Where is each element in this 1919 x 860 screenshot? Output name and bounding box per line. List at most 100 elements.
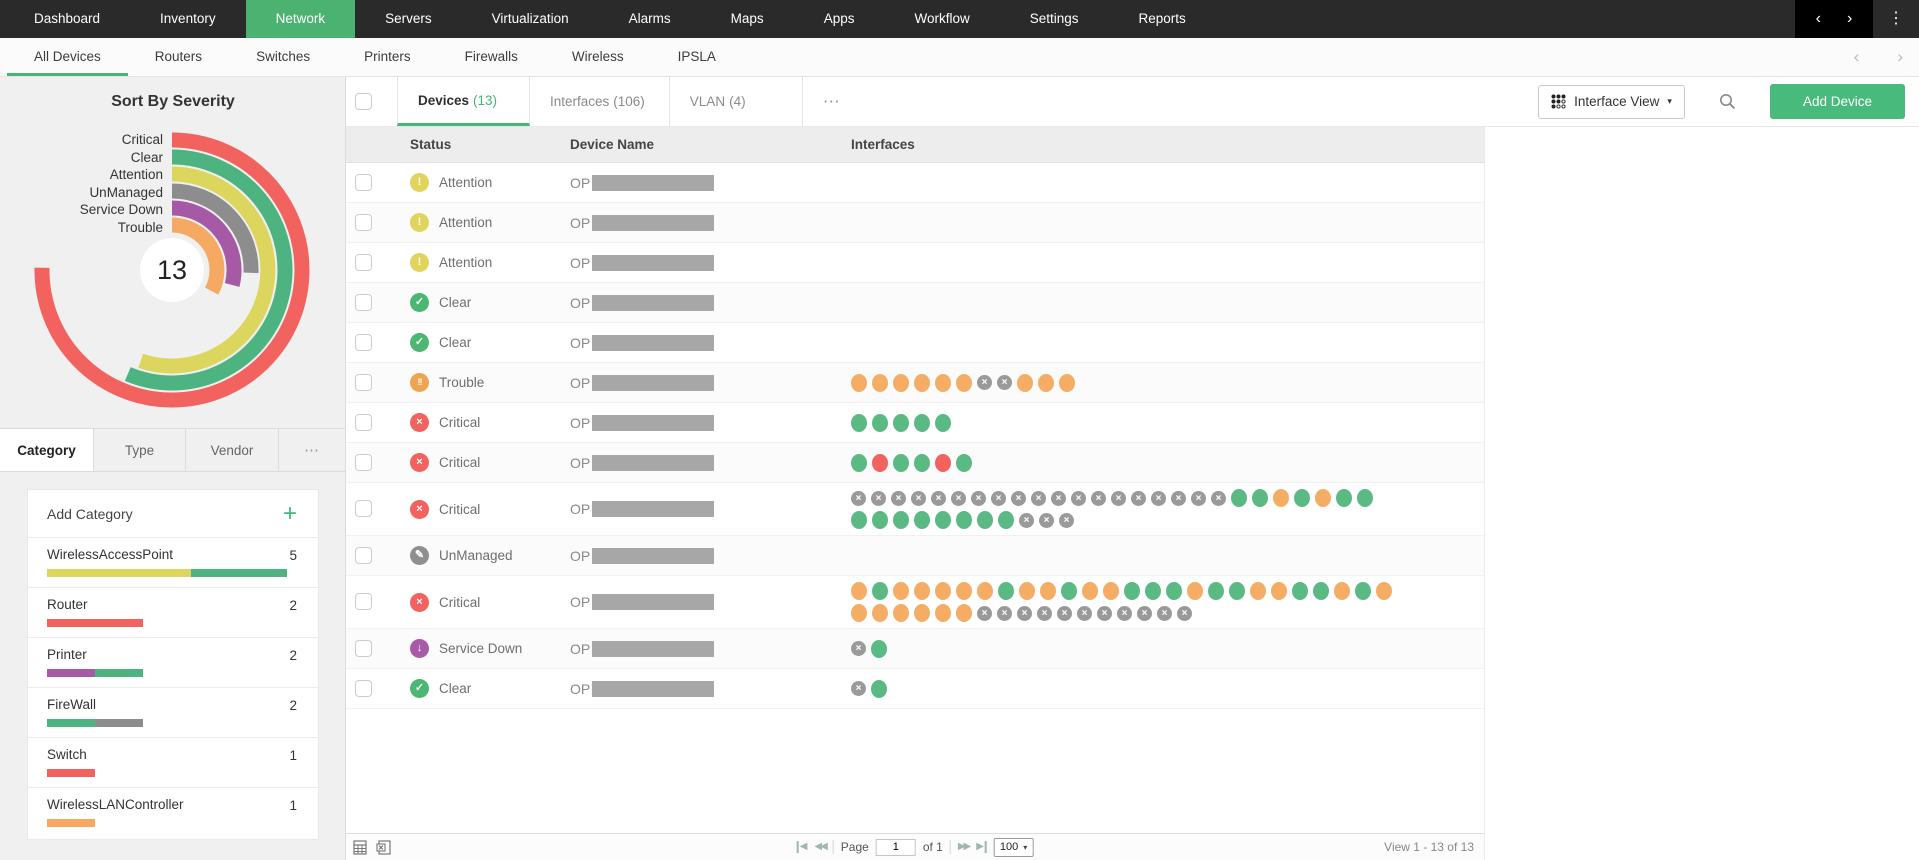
interface-status-dot[interactable] — [914, 582, 930, 600]
more-sidebar-tabs-icon[interactable]: ⋯ — [279, 429, 346, 471]
subnav-item-switches[interactable]: Switches — [229, 38, 337, 76]
sidebar-tab-type[interactable]: Type — [94, 429, 186, 471]
interface-status-dot[interactable] — [1357, 489, 1373, 507]
table-row[interactable]: ×CriticalOP — [346, 403, 1484, 443]
interface-status-dot[interactable] — [1038, 374, 1054, 392]
interface-down-icon[interactable]: × — [1211, 491, 1226, 506]
interface-status-dot[interactable] — [914, 511, 930, 529]
interface-down-icon[interactable]: × — [1157, 606, 1172, 621]
device-name-cell[interactable]: OP — [570, 415, 851, 431]
select-all-checkbox[interactable] — [355, 93, 372, 110]
interface-down-icon[interactable]: × — [851, 681, 866, 696]
interface-status-dot[interactable] — [893, 374, 909, 392]
top-nav-item-inventory[interactable]: Inventory — [130, 0, 246, 38]
interface-status-dot[interactable] — [893, 454, 909, 472]
table-row[interactable]: !AttentionOP — [346, 243, 1484, 283]
search-icon[interactable] — [1719, 93, 1736, 110]
top-nav-item-servers[interactable]: Servers — [355, 0, 462, 38]
interface-status-dot[interactable] — [851, 454, 867, 472]
interface-down-icon[interactable]: × — [1071, 491, 1086, 506]
top-nav-item-dashboard[interactable]: Dashboard — [4, 0, 130, 38]
interface-down-icon[interactable]: × — [997, 375, 1012, 390]
interface-status-dot[interactable] — [1315, 489, 1331, 507]
table-row[interactable]: ✓ClearOP — [346, 323, 1484, 363]
category-item-printer[interactable]: Printer2 — [28, 638, 318, 688]
interface-down-icon[interactable]: × — [911, 491, 926, 506]
row-checkbox[interactable] — [355, 593, 372, 610]
interface-down-icon[interactable]: × — [1137, 606, 1152, 621]
category-item-wirelessaccesspoint[interactable]: WirelessAccessPoint5 — [28, 538, 318, 588]
interface-down-icon[interactable]: × — [977, 375, 992, 390]
interface-status-dot[interactable] — [1273, 489, 1289, 507]
interface-down-icon[interactable]: × — [1111, 491, 1126, 506]
interface-status-dot[interactable] — [1040, 582, 1056, 600]
last-page-icon[interactable]: ▶ — [976, 841, 987, 853]
interface-status-dot[interactable] — [872, 582, 888, 600]
interface-down-icon[interactable]: × — [1177, 606, 1192, 621]
interface-status-dot[interactable] — [851, 604, 867, 622]
prev-page-icon[interactable]: ◀◀ — [814, 841, 825, 853]
interface-down-icon[interactable]: × — [891, 491, 906, 506]
interface-down-icon[interactable]: × — [1097, 606, 1112, 621]
interface-status-dot[interactable] — [1103, 582, 1119, 600]
interface-down-icon[interactable]: × — [991, 491, 1006, 506]
table-row[interactable]: ×CriticalOP×××××××××××××××××××××× — [346, 483, 1484, 536]
table-row[interactable]: ×CriticalOP — [346, 443, 1484, 483]
export-excel-icon[interactable] — [376, 840, 391, 855]
interface-view-button[interactable]: Interface View ▾ — [1538, 85, 1685, 119]
interface-status-dot[interactable] — [1166, 582, 1182, 600]
interface-down-icon[interactable]: × — [931, 491, 946, 506]
device-name-cell[interactable]: OP — [570, 641, 851, 657]
category-item-wirelesslancontroller[interactable]: WirelessLANController1 — [28, 788, 318, 837]
nav-scroll-right-icon[interactable]: › — [1847, 0, 1852, 38]
subnav-item-firewalls[interactable]: Firewalls — [438, 38, 545, 76]
table-row[interactable]: ✎UnManagedOP — [346, 536, 1484, 576]
interface-status-dot[interactable] — [1124, 582, 1140, 600]
interface-status-dot[interactable] — [1355, 582, 1371, 600]
row-checkbox[interactable] — [355, 374, 372, 391]
subnav-item-wireless[interactable]: Wireless — [545, 38, 651, 76]
device-name-cell[interactable]: OP — [570, 548, 851, 564]
interface-status-dot[interactable] — [871, 640, 887, 658]
subnav-scroll-right-icon[interactable]: › — [1897, 47, 1903, 67]
interface-status-dot[interactable] — [935, 604, 951, 622]
interface-down-icon[interactable]: × — [1171, 491, 1186, 506]
export-table-icon[interactable] — [353, 840, 367, 855]
interface-status-dot[interactable] — [1334, 582, 1350, 600]
interface-down-icon[interactable]: × — [1131, 491, 1146, 506]
interface-status-dot[interactable] — [956, 582, 972, 600]
top-nav-item-virtualization[interactable]: Virtualization — [462, 0, 599, 38]
top-nav-item-alarms[interactable]: Alarms — [599, 0, 701, 38]
interface-status-dot[interactable] — [1292, 582, 1308, 600]
interface-status-dot[interactable] — [935, 374, 951, 392]
interface-status-dot[interactable] — [1250, 582, 1266, 600]
interface-down-icon[interactable]: × — [1011, 491, 1026, 506]
interface-status-dot[interactable] — [872, 604, 888, 622]
interface-status-dot[interactable] — [914, 604, 930, 622]
interface-status-dot[interactable] — [1208, 582, 1224, 600]
subnav-scroll-left-icon[interactable]: ‹ — [1854, 47, 1860, 67]
nav-scroll-left-icon[interactable]: ‹ — [1816, 0, 1821, 38]
interface-down-icon[interactable]: × — [1051, 491, 1066, 506]
interface-status-dot[interactable] — [1294, 489, 1310, 507]
sidebar-tab-vendor[interactable]: Vendor — [186, 429, 279, 471]
interface-down-icon[interactable]: × — [997, 606, 1012, 621]
interface-status-dot[interactable] — [872, 454, 888, 472]
interface-status-dot[interactable] — [893, 582, 909, 600]
device-name-cell[interactable]: OP — [570, 295, 851, 311]
row-checkbox[interactable] — [355, 547, 372, 564]
interface-status-dot[interactable] — [977, 511, 993, 529]
row-checkbox[interactable] — [355, 334, 372, 351]
category-item-switch[interactable]: Switch1 — [28, 738, 318, 788]
interface-down-icon[interactable]: × — [1117, 606, 1132, 621]
interface-status-dot[interactable] — [851, 414, 867, 432]
interface-status-dot[interactable] — [1336, 489, 1352, 507]
interface-down-icon[interactable]: × — [1037, 606, 1052, 621]
interface-status-dot[interactable] — [1271, 582, 1287, 600]
interface-down-icon[interactable]: × — [1151, 491, 1166, 506]
interface-status-dot[interactable] — [935, 582, 951, 600]
interface-status-dot[interactable] — [1061, 582, 1077, 600]
overflow-menu-icon[interactable]: ⋮ — [1873, 0, 1919, 38]
category-item-firewall[interactable]: FireWall2 — [28, 688, 318, 738]
interface-status-dot[interactable] — [914, 454, 930, 472]
